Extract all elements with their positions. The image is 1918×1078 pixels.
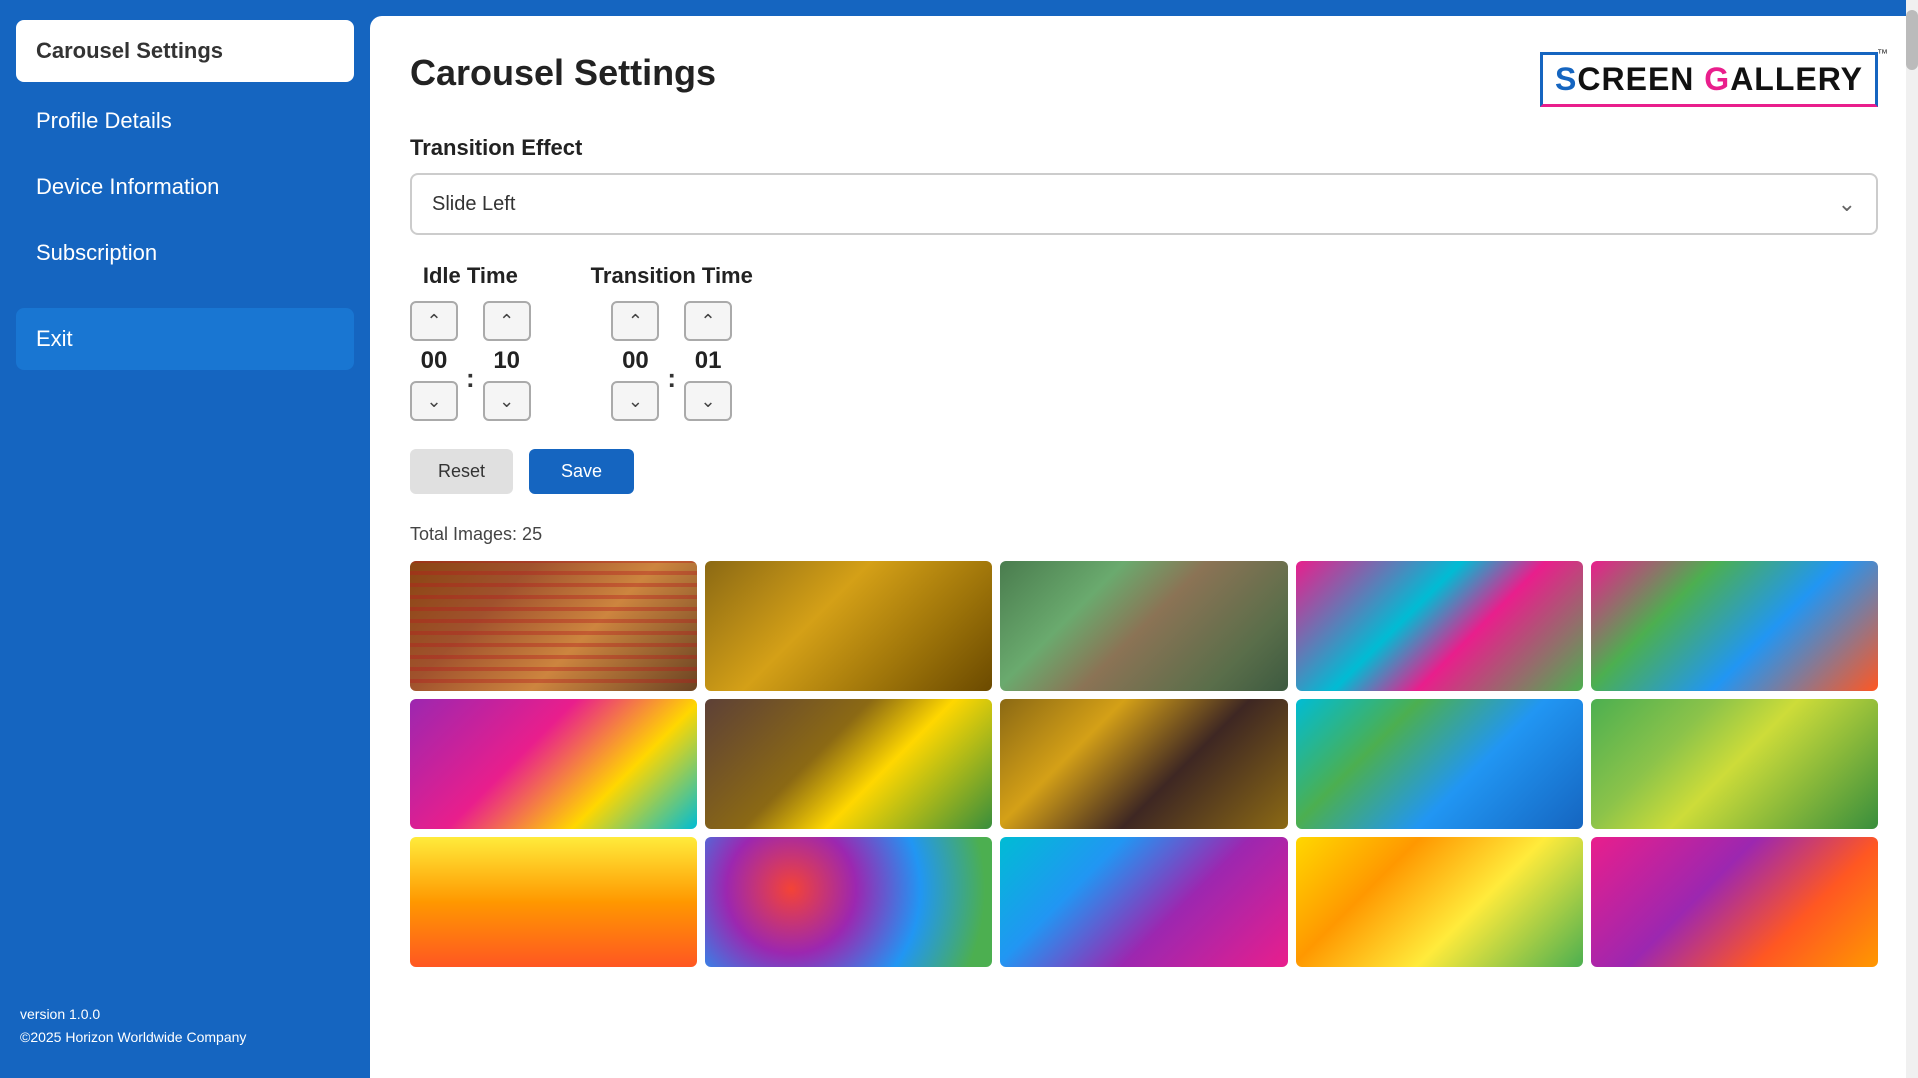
list-item (1000, 561, 1287, 691)
list-item (1591, 699, 1878, 829)
transition-minutes-unit: ⌃ 01 ⌄ (684, 301, 732, 421)
list-item (1000, 699, 1287, 829)
sidebar-item-exit[interactable]: Exit (16, 308, 354, 370)
image-grid (410, 561, 1878, 967)
reset-button[interactable]: Reset (410, 449, 513, 494)
transition-hours-value: 00 (611, 347, 659, 375)
list-item (1296, 699, 1583, 829)
list-item (410, 561, 697, 691)
transition-time-group: Transition Time ⌃ 00 ⌄ : ⌃ 01 ⌄ (591, 263, 753, 421)
transition-time-label: Transition Time (591, 263, 753, 289)
list-item (705, 561, 992, 691)
idle-hours-unit: ⌃ 00 ⌄ (410, 301, 458, 421)
logo-tm-mark: ™ (1877, 48, 1888, 60)
sidebar-item-carousel-settings[interactable]: Carousel Settings (16, 20, 354, 82)
transition-time-colon: : (667, 363, 676, 400)
list-item (410, 837, 697, 967)
list-item (705, 699, 992, 829)
main-content: Carousel Settings ™ SCREEN GALLERY Trans… (370, 16, 1918, 1078)
list-item (705, 837, 992, 967)
transition-hours-unit: ⌃ 00 ⌄ (611, 301, 659, 421)
logo-wrapper: ™ SCREEN GALLERY (1540, 52, 1878, 107)
idle-hours-up-button[interactable]: ⌃ (410, 301, 458, 341)
sidebar-item-subscription[interactable]: Subscription (16, 222, 354, 284)
list-item (1591, 837, 1878, 967)
idle-minutes-up-button[interactable]: ⌃ (483, 301, 531, 341)
scrollbar-thumb[interactable] (1906, 10, 1918, 70)
total-images-label: Total Images: 25 (410, 524, 1878, 545)
sidebar-item-device-information[interactable]: Device Information (16, 156, 354, 218)
transition-time-controls: ⌃ 00 ⌄ : ⌃ 01 ⌄ (611, 301, 732, 421)
time-section: Idle Time ⌃ 00 ⌄ : ⌃ 10 ⌄ Transition Tim… (410, 263, 1878, 421)
idle-time-controls: ⌃ 00 ⌄ : ⌃ 10 ⌄ (410, 301, 531, 421)
idle-minutes-down-button[interactable]: ⌄ (483, 381, 531, 421)
chevron-down-icon: ⌄ (1838, 191, 1856, 217)
transition-effect-value: Slide Left (432, 193, 515, 216)
list-item (1591, 561, 1878, 691)
idle-time-label: Idle Time (423, 263, 518, 289)
idle-minutes-unit: ⌃ 10 ⌄ (483, 301, 531, 421)
main-header: Carousel Settings ™ SCREEN GALLERY (410, 52, 1878, 107)
idle-minutes-value: 10 (483, 347, 531, 375)
list-item (410, 699, 697, 829)
save-button[interactable]: Save (529, 449, 634, 494)
idle-time-group: Idle Time ⌃ 00 ⌄ : ⌃ 10 ⌄ (410, 263, 531, 421)
list-item (1000, 837, 1287, 967)
action-buttons: Reset Save (410, 449, 1878, 494)
transition-hours-up-button[interactable]: ⌃ (611, 301, 659, 341)
list-item (1296, 561, 1583, 691)
transition-minutes-down-button[interactable]: ⌄ (684, 381, 732, 421)
transition-minutes-value: 01 (684, 347, 732, 375)
transition-hours-down-button[interactable]: ⌄ (611, 381, 659, 421)
sidebar: Carousel Settings Profile Details Device… (0, 0, 370, 1078)
list-item (1296, 837, 1583, 967)
scrollbar-track[interactable] (1906, 0, 1918, 1078)
transition-effect-label: Transition Effect (410, 135, 1878, 161)
transition-effect-dropdown[interactable]: Slide Left ⌄ (410, 173, 1878, 235)
idle-hours-value: 00 (410, 347, 458, 375)
idle-hours-down-button[interactable]: ⌄ (410, 381, 458, 421)
page-title: Carousel Settings (410, 52, 716, 94)
sidebar-footer: version 1.0.0 ©2025 Horizon Worldwide Co… (16, 993, 354, 1058)
sidebar-item-profile-details[interactable]: Profile Details (16, 90, 354, 152)
idle-time-colon: : (466, 363, 475, 400)
transition-minutes-up-button[interactable]: ⌃ (684, 301, 732, 341)
screen-gallery-logo: SCREEN GALLERY (1540, 52, 1878, 107)
